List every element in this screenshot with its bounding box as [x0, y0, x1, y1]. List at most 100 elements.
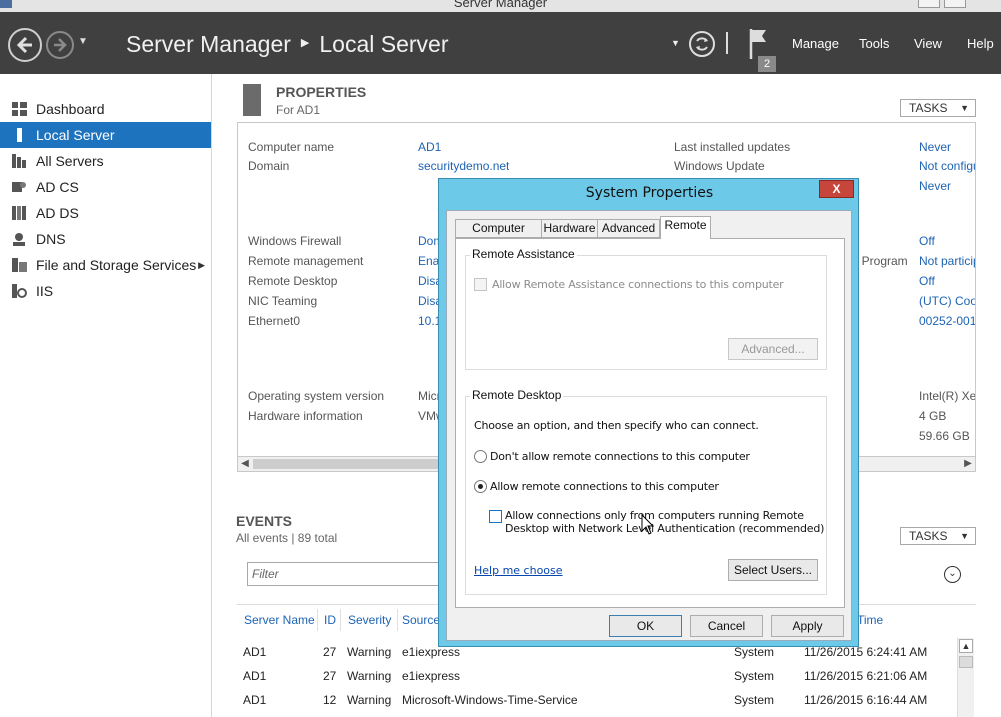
properties-subtitle: For AD1: [276, 103, 321, 117]
sidebar-item-all-servers[interactable]: All Servers: [0, 148, 211, 174]
sidebar-item-local-server[interactable]: Local Server: [0, 122, 211, 148]
dont-allow-label[interactable]: Don't allow remote connections to this c…: [490, 450, 750, 463]
prop-value-link[interactable]: Never: [919, 179, 975, 193]
table-cell: Warning: [347, 693, 392, 707]
prop-value-link[interactable]: Never: [919, 140, 975, 154]
allow-label[interactable]: Allow remote connections to this compute…: [490, 480, 719, 493]
column-header-time[interactable]: Time: [857, 613, 883, 627]
prop-value-link[interactable]: Not participating: [919, 254, 975, 268]
refresh-button[interactable]: [689, 31, 715, 57]
nla-checkbox[interactable]: [489, 510, 502, 523]
prop-value-link[interactable]: Enabled: [418, 254, 438, 268]
forward-arrow-icon: [54, 38, 67, 52]
scroll-thumb[interactable]: [959, 656, 973, 668]
sidebar-item-label: DNS: [36, 231, 66, 247]
prop-value-link[interactable]: Not configured: [919, 159, 975, 173]
table-cell: Warning: [347, 669, 392, 683]
sidebar-item-ad-cs[interactable]: AD CS: [0, 174, 211, 200]
breadcrumb-app[interactable]: Server Manager: [126, 31, 291, 58]
prop-label: Windows Firewall: [248, 234, 342, 248]
table-cell: Warning: [347, 645, 392, 659]
properties-tasks-button[interactable]: TASKS ▼: [900, 99, 976, 117]
scroll-left-icon[interactable]: ◀: [238, 457, 252, 471]
prop-value-link[interactable]: Disabled: [418, 294, 438, 308]
sidebar-item-label: AD DS: [36, 205, 79, 221]
prop-label: Windows Update: [674, 159, 765, 173]
cancel-button[interactable]: Cancel: [690, 615, 763, 637]
table-cell: Microsoft-Windows-Time-Service: [402, 693, 578, 707]
prop-value-link[interactable]: (UTC) Coordinated: [919, 294, 975, 308]
prop-label: Hardware information: [248, 409, 363, 423]
advanced-button[interactable]: Advanced...: [728, 338, 818, 360]
ok-button[interactable]: OK: [609, 615, 682, 637]
sidebar-item-iis[interactable]: IIS: [0, 278, 211, 304]
prop-value-link[interactable]: Off: [919, 234, 975, 248]
sidebar-item-label: Dashboard: [36, 101, 105, 117]
sidebar-item-ad-ds[interactable]: AD DS: [0, 200, 211, 226]
scroll-right-icon[interactable]: ▶: [961, 457, 975, 471]
sidebar-item-file-storage[interactable]: File and Storage Services ▶: [0, 252, 211, 278]
nla-label-line2[interactable]: Desktop with Network Level Authenticatio…: [505, 522, 824, 535]
tab-computer-name[interactable]: Computer Name: [455, 219, 542, 252]
column-header-server[interactable]: Server Name: [244, 613, 315, 627]
breadcrumb: Server Manager ▶ Local Server: [126, 31, 449, 58]
prop-value-link[interactable]: Domain: On: [418, 234, 438, 248]
prop-value-link[interactable]: 10.1.1.1: [418, 314, 438, 328]
group-title: Remote Assistance: [470, 247, 577, 261]
expand-filter-icon[interactable]: ⌄: [944, 566, 961, 583]
scroll-up-icon[interactable]: ▲: [959, 639, 973, 653]
back-button[interactable]: [8, 28, 42, 62]
dialog-title: System Properties: [585, 185, 714, 201]
prop-value-link[interactable]: 00252-00112: [919, 314, 975, 328]
table-cell: AD1: [243, 693, 267, 707]
prop-value-link[interactable]: Disabled: [418, 274, 438, 288]
back-arrow-icon: [16, 36, 32, 54]
menu-help[interactable]: Help: [967, 36, 994, 51]
events-vertical-scrollbar[interactable]: ▲: [957, 638, 974, 717]
remote-assistance-label: Allow Remote Assistance connections to t…: [492, 278, 784, 291]
events-tasks-button[interactable]: TASKS ▼: [900, 527, 976, 545]
directory-icon: [12, 206, 26, 220]
prop-label: Remote management: [248, 254, 364, 268]
tab-hardware[interactable]: Hardware: [541, 219, 598, 238]
prop-label: Ethernet0: [248, 314, 301, 328]
help-me-choose-link[interactable]: Help me choose: [474, 564, 563, 577]
maximize-button[interactable]: [944, 0, 966, 8]
table-cell: 11/26/2015 6:21:06 AM: [804, 669, 928, 683]
notification-count-badge: 2: [758, 56, 776, 72]
menu-tools[interactable]: Tools: [859, 36, 889, 51]
column-header-severity[interactable]: Severity: [348, 613, 391, 627]
column-header-source[interactable]: Source: [402, 613, 440, 627]
iis-icon: [12, 284, 27, 298]
sidebar-item-dns[interactable]: DNS: [0, 226, 211, 252]
close-button[interactable]: X: [819, 180, 854, 198]
allow-radio[interactable]: [474, 480, 487, 493]
history-dropdown-icon[interactable]: ▼: [78, 36, 88, 47]
events-filter-input[interactable]: Filter: [247, 562, 457, 586]
table-cell: 27: [323, 669, 337, 683]
breadcrumb-separator-icon: ▶: [300, 37, 310, 49]
expand-arrow-icon[interactable]: ▶: [198, 252, 205, 278]
minimize-button[interactable]: [918, 0, 940, 8]
tab-remote[interactable]: Remote: [660, 216, 711, 239]
storage-icon: [12, 258, 27, 272]
tab-advanced[interactable]: Advanced: [597, 219, 660, 238]
forward-button[interactable]: [46, 31, 74, 59]
prop-label: Last installed updates: [674, 140, 791, 154]
refresh-dropdown-icon[interactable]: ▼: [671, 38, 680, 48]
menu-manage[interactable]: Manage: [792, 36, 839, 51]
tasks-label: TASKS: [909, 101, 948, 115]
table-cell: System: [734, 693, 775, 707]
table-cell: e1iexpress: [402, 669, 461, 683]
menu-view[interactable]: View: [914, 36, 942, 51]
prop-value-link[interactable]: Off: [919, 274, 975, 288]
column-header-id[interactable]: ID: [324, 613, 336, 627]
sidebar-item-dashboard[interactable]: Dashboard: [0, 96, 211, 122]
prop-value-link[interactable]: securitydemo.net: [418, 159, 509, 173]
select-users-button[interactable]: Select Users...: [728, 559, 818, 581]
remote-assistance-checkbox[interactable]: [474, 278, 487, 291]
dont-allow-radio[interactable]: [474, 450, 487, 463]
apply-button[interactable]: Apply: [771, 615, 844, 637]
scroll-thumb[interactable]: [253, 459, 453, 469]
prop-value-link[interactable]: AD1: [418, 140, 441, 154]
